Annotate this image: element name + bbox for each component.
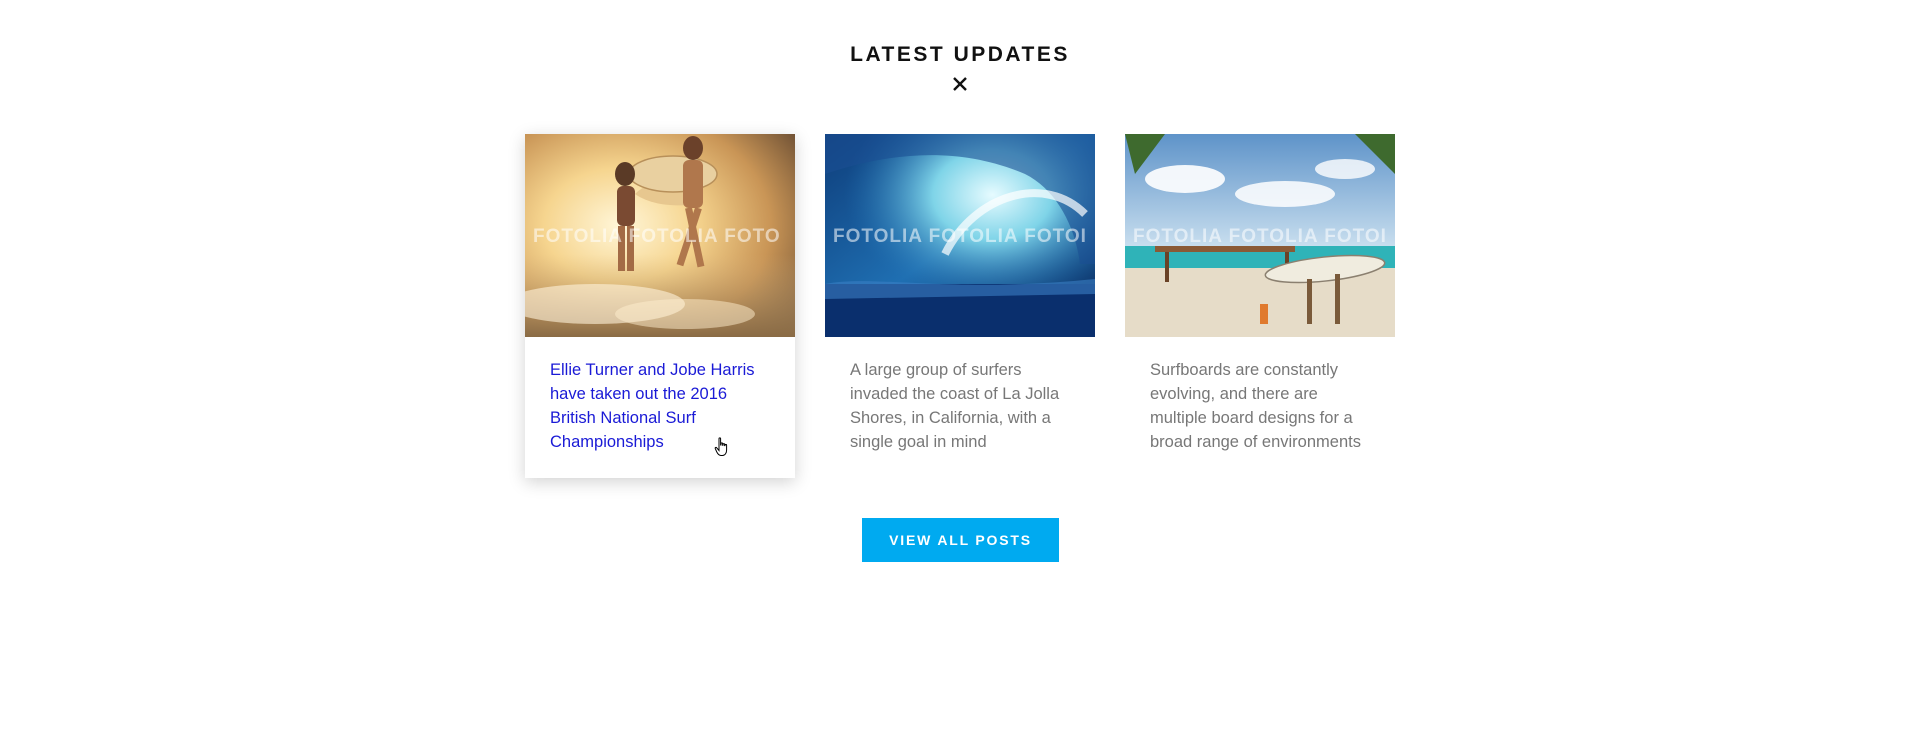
post-title-link[interactable]: A large group of surfers invaded the coa…: [850, 358, 1072, 454]
post-card[interactable]: FOTOLIA FOTOLIA FOTOI A large group of s…: [825, 134, 1095, 478]
post-card[interactable]: FOTOLIA FOTOLIA FOTO Ellie Turner and Jo…: [525, 134, 795, 478]
watermark-text: FOTOLIA FOTOLIA FOTO: [533, 226, 781, 247]
beach-surfboard-image[interactable]: FOTOLIA FOTOLIA FOTOI: [1125, 134, 1395, 337]
view-all-posts-button[interactable]: VIEW ALL POSTS: [862, 518, 1059, 562]
hand-pointer-cursor-icon: [714, 437, 728, 456]
post-title-link[interactable]: Surfboards are constantly evolving, and …: [1150, 358, 1372, 454]
post-card[interactable]: FOTOLIA FOTOLIA FOTOI Surfboards are con…: [1125, 134, 1395, 478]
watermark-text: FOTOLIA FOTOLIA FOTOI: [1133, 226, 1387, 247]
close-x-icon: [953, 77, 967, 91]
watermark-text: FOTOLIA FOTOLIA FOTOI: [833, 226, 1087, 247]
post-title-link[interactable]: Ellie Turner and Jobe Harris have taken …: [550, 358, 772, 454]
surfers-running-beach-image[interactable]: FOTOLIA FOTOLIA FOTO: [525, 134, 795, 337]
section-title: LATEST UPDATES: [850, 43, 1070, 66]
latest-updates-section: LATEST UPDATES FOTOLIA FOTOLIA FOTO Elli…: [0, 0, 1920, 737]
ocean-wave-image[interactable]: FOTOLIA FOTOLIA FOTOI: [825, 134, 1095, 337]
